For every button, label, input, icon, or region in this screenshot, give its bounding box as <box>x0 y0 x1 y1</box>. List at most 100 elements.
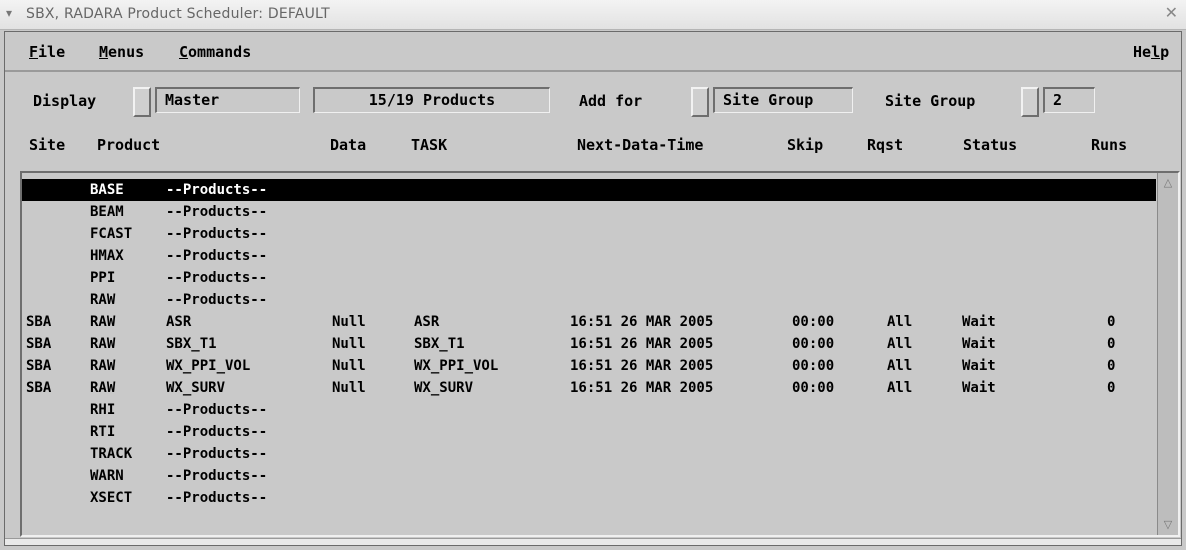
row-product: RHI <box>90 402 116 418</box>
row-product: HMAX <box>90 248 124 264</box>
scroll-down-icon[interactable]: ▽ <box>1160 517 1176 533</box>
vertical-scrollbar[interactable]: △ ▽ <box>1157 173 1178 535</box>
row-name: --Products-- <box>166 490 268 506</box>
close-icon[interactable]: ✕ <box>1165 5 1178 21</box>
row-name: SBX_T1 <box>166 336 217 352</box>
menu-menus-label: enus <box>108 43 145 61</box>
row-skip: 00:00 <box>792 314 835 330</box>
menu-menus[interactable]: Menus <box>99 43 144 61</box>
site-group-option-button[interactable] <box>1021 87 1039 117</box>
table-row[interactable]: RAW --Products-- <box>22 289 1156 311</box>
row-site: SBA <box>26 314 52 330</box>
menu-file[interactable]: File <box>29 43 65 61</box>
site-group-value-field[interactable]: 2 <box>1043 87 1095 113</box>
row-data: Null <box>332 336 366 352</box>
row-product: WARN <box>90 468 124 484</box>
row-task: SBX_T1 <box>414 336 465 352</box>
row-name: --Products-- <box>166 270 268 286</box>
bottom-edge <box>5 538 1181 545</box>
table-row[interactable]: BASE --Products-- <box>22 179 1156 201</box>
control-row: Display Master 15/19 Products Add for Si… <box>5 80 1181 120</box>
table-row[interactable]: SBA RAW WX_SURV Null WX_SURV 16:51 26 MAR 200… <box>22 377 1156 399</box>
display-label: Display <box>33 92 97 110</box>
row-product: BEAM <box>90 204 124 220</box>
display-option-button[interactable] <box>133 87 151 117</box>
row-skip: 00:00 <box>792 358 835 374</box>
row-name: ASR <box>166 314 192 330</box>
row-rqst: All <box>887 358 913 374</box>
menu-commands[interactable]: Commands <box>179 43 251 61</box>
row-site: SBA <box>26 336 52 352</box>
table-row[interactable]: SBA RAW ASR Null ASR 16:51 26 MAR 2005 00:00 Al… <box>22 311 1156 333</box>
row-task: WX_SURV <box>414 380 474 396</box>
menu-file-mnemonic: F <box>29 43 39 61</box>
product-list[interactable]: BASE --Products-- BEAM --Products-- FCAST --P… <box>20 171 1180 537</box>
row-runs: 0 <box>1107 380 1116 396</box>
col-rqst: Rqst <box>867 136 904 154</box>
row-name: --Products-- <box>166 424 268 440</box>
add-for-value-field[interactable]: Site Group <box>713 87 853 113</box>
window-title: SBX, RADARA Product Scheduler: DEFAULT <box>26 6 330 22</box>
menu-help[interactable]: Help <box>1133 43 1169 61</box>
row-status: Wait <box>962 380 996 396</box>
table-row[interactable]: TRACK --Products-- <box>22 443 1156 465</box>
row-rqst: All <box>887 380 913 396</box>
row-product: FCAST <box>90 226 133 242</box>
row-site: SBA <box>26 380 52 396</box>
row-status: Wait <box>962 314 996 330</box>
row-product: RTI <box>90 424 116 440</box>
col-task: TASK <box>411 136 448 154</box>
menu-commands-label: ommands <box>188 43 252 61</box>
row-data: Null <box>332 358 366 374</box>
col-skip: Skip <box>787 136 824 154</box>
add-for-option-button[interactable] <box>691 87 709 117</box>
product-rows: BASE --Products-- BEAM --Products-- FCAST --P… <box>22 179 1156 509</box>
row-data: Null <box>332 314 366 330</box>
row-product: PPI <box>90 270 116 286</box>
menubar: File Menus Commands Help <box>5 32 1181 72</box>
row-status: Wait <box>962 336 996 352</box>
products-count-field: 15/19 Products <box>313 87 550 113</box>
menu-help-mnemonic: l <box>1151 43 1161 61</box>
col-data: Data <box>330 136 367 154</box>
table-row[interactable]: WARN --Products-- <box>22 465 1156 487</box>
col-status: Status <box>963 136 1018 154</box>
table-row[interactable]: HMAX --Products-- <box>22 245 1156 267</box>
row-name: --Products-- <box>166 226 268 242</box>
row-next-data-time: 16:51 26 MAR 2005 <box>570 314 714 330</box>
table-row[interactable]: FCAST --Products-- <box>22 223 1156 245</box>
table-row[interactable]: XSECT --Products-- <box>22 487 1156 509</box>
row-next-data-time: 16:51 26 MAR 2005 <box>570 336 714 352</box>
display-value-field[interactable]: Master <box>155 87 300 113</box>
row-name: --Products-- <box>166 446 268 462</box>
menu-help-label: p <box>1160 43 1170 61</box>
row-product: TRACK <box>90 446 133 462</box>
row-rqst: All <box>887 314 913 330</box>
row-task: ASR <box>414 314 440 330</box>
table-row[interactable]: SBA RAW WX_PPI_VOL Null WX_PPI_VOL 16:51 26 M… <box>22 355 1156 377</box>
table-row[interactable]: RHI --Products-- <box>22 399 1156 421</box>
table-row[interactable]: BEAM --Products-- <box>22 201 1156 223</box>
scroll-up-icon[interactable]: △ <box>1160 175 1176 191</box>
window-menu-icon[interactable]: ▾ <box>6 6 20 20</box>
row-product: RAW <box>90 358 116 374</box>
row-skip: 00:00 <box>792 380 835 396</box>
row-runs: 0 <box>1107 358 1116 374</box>
row-name: --Products-- <box>166 292 268 308</box>
table-row[interactable]: PPI --Products-- <box>22 267 1156 289</box>
table-row[interactable]: RTI --Products-- <box>22 421 1156 443</box>
window-titlebar[interactable]: ▾ SBX, RADARA Product Scheduler: DEFAULT… <box>0 0 1186 30</box>
row-runs: 0 <box>1107 314 1116 330</box>
row-name: --Products-- <box>166 182 268 198</box>
row-name: --Products-- <box>166 248 268 264</box>
col-next-data-time: Next-Data-Time <box>577 136 704 154</box>
row-status: Wait <box>962 358 996 374</box>
row-data: Null <box>332 380 366 396</box>
menu-commands-mnemonic: C <box>179 43 189 61</box>
row-task: WX_PPI_VOL <box>414 358 499 374</box>
menu-help-prefix: He <box>1133 43 1152 61</box>
row-name: WX_PPI_VOL <box>166 358 251 374</box>
col-runs: Runs <box>1091 136 1128 154</box>
table-row[interactable]: SBA RAW SBX_T1 Null SBX_T1 16:51 26 MAR 2005 0… <box>22 333 1156 355</box>
row-next-data-time: 16:51 26 MAR 2005 <box>570 358 714 374</box>
